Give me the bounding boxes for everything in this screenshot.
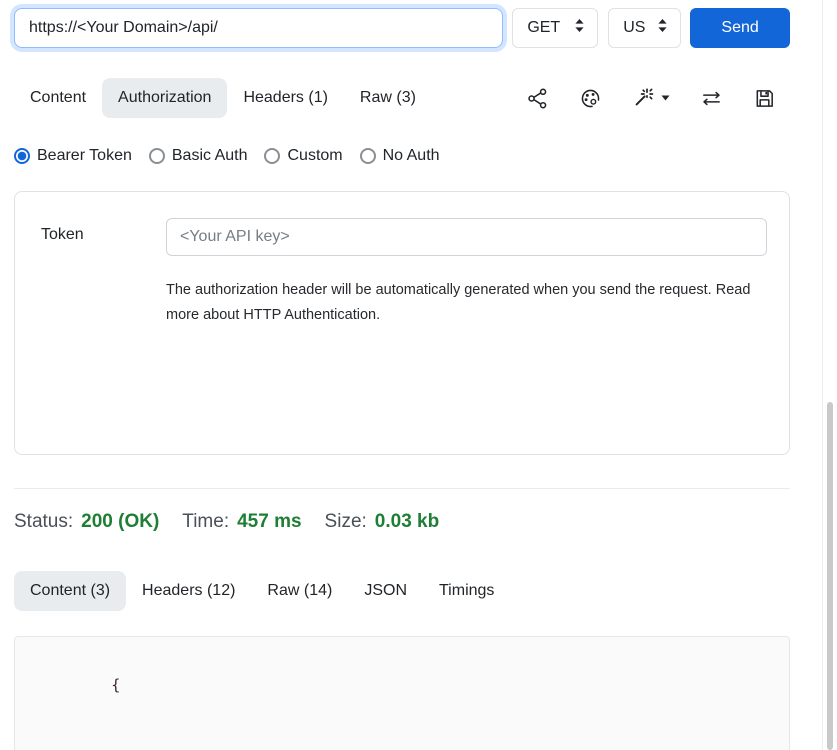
tab-authorization[interactable]: Authorization xyxy=(102,78,227,118)
size-value: 0.03 kb xyxy=(375,511,439,533)
response-tab-raw[interactable]: Raw (14) xyxy=(251,571,348,611)
response-tab-timings[interactable]: Timings xyxy=(423,571,510,611)
vertical-scrollbar-thumb[interactable] xyxy=(827,402,833,750)
up-down-arrows-icon xyxy=(574,18,585,38)
time-label: Time: xyxy=(182,511,229,533)
custom-auth-label: Custom xyxy=(287,147,342,165)
magic-wand-dropdown-icon[interactable] xyxy=(632,86,670,110)
region-select-value: US xyxy=(623,19,645,37)
response-tab-headers[interactable]: Headers (12) xyxy=(126,571,251,611)
section-divider xyxy=(14,488,790,489)
tab-content[interactable]: Content xyxy=(14,78,102,118)
status-label: Status: xyxy=(14,511,73,533)
code-line-open: { xyxy=(39,648,765,723)
basic-auth-label: Basic Auth xyxy=(172,147,248,165)
token-help-text: The authorization header will be automat… xyxy=(166,278,767,328)
url-input[interactable] xyxy=(14,8,503,48)
caret-down-icon xyxy=(661,95,670,101)
send-button[interactable]: Send xyxy=(690,8,790,48)
auth-option-custom[interactable]: Custom xyxy=(264,147,342,165)
request-toolbar xyxy=(526,86,790,110)
palette-icon[interactable] xyxy=(579,87,602,110)
share-icon[interactable] xyxy=(526,87,549,110)
bearer-token-label: Bearer Token xyxy=(37,147,132,165)
status-value: 200 (OK) xyxy=(81,511,159,533)
custom-auth-radio[interactable] xyxy=(264,148,280,164)
basic-auth-radio[interactable] xyxy=(149,148,165,164)
tab-headers[interactable]: Headers (1) xyxy=(227,78,343,118)
response-body-code: { "message": "API running." } xyxy=(14,636,790,750)
token-label: Token xyxy=(41,218,166,256)
open-brace: { xyxy=(111,676,120,694)
response-tabs: Content (3) Headers (12) Raw (14) JSON T… xyxy=(14,571,790,611)
size-group: Size: 0.03 kb xyxy=(325,511,440,533)
auth-option-no-auth[interactable]: No Auth xyxy=(360,147,440,165)
auth-option-basic-auth[interactable]: Basic Auth xyxy=(149,147,248,165)
up-down-arrows-icon xyxy=(657,18,668,38)
bearer-token-radio[interactable] xyxy=(14,148,30,164)
request-bar: GET US Send xyxy=(14,8,790,48)
bearer-token-panel: Token The authorization header will be a… xyxy=(14,191,790,455)
token-input[interactable] xyxy=(166,218,767,256)
region-select[interactable]: US xyxy=(608,8,681,48)
response-summary: Status: 200 (OK) Time: 457 ms Size: 0.03… xyxy=(14,511,790,533)
save-icon[interactable] xyxy=(753,87,776,110)
no-auth-radio[interactable] xyxy=(360,148,376,164)
api-client-window: GET US Send xyxy=(0,0,837,750)
method-select[interactable]: GET xyxy=(512,8,598,48)
response-tab-content[interactable]: Content (3) xyxy=(14,571,126,611)
code-line-message: "message": "API running." xyxy=(39,723,765,750)
auth-type-options: Bearer Token Basic Auth Custom No Auth xyxy=(14,147,790,165)
tab-raw[interactable]: Raw (3) xyxy=(344,78,432,118)
status-group: Status: 200 (OK) xyxy=(14,511,159,533)
size-label: Size: xyxy=(325,511,367,533)
time-group: Time: 457 ms xyxy=(182,511,301,533)
no-auth-label: No Auth xyxy=(383,147,440,165)
request-tabs: Content Authorization Headers (1) Raw (3… xyxy=(14,78,790,118)
swap-arrows-icon[interactable] xyxy=(700,87,723,110)
time-value: 457 ms xyxy=(237,511,301,533)
method-select-value: GET xyxy=(527,19,560,37)
auth-option-bearer-token[interactable]: Bearer Token xyxy=(14,147,132,165)
response-tab-json[interactable]: JSON xyxy=(348,571,423,611)
